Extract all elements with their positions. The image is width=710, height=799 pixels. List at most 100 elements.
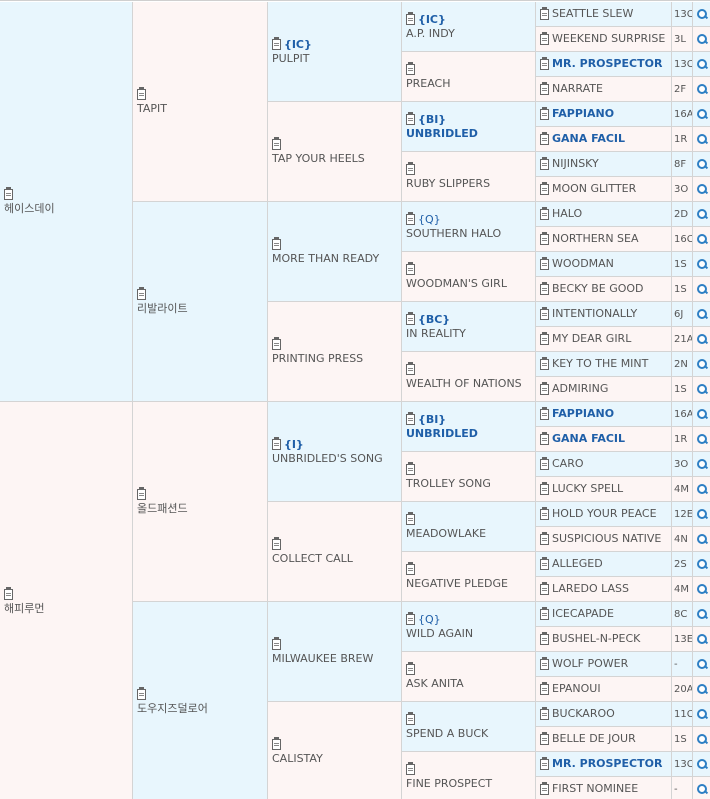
horse-name[interactable]: EPANOUI xyxy=(552,682,601,696)
clipboard-icon[interactable] xyxy=(406,212,415,225)
gen5-cell[interactable]: EPANOUI xyxy=(536,677,672,702)
gen5-cell[interactable]: ICECAPADE xyxy=(536,602,672,627)
search-icon[interactable] xyxy=(696,608,708,620)
horse-name[interactable]: WEALTH OF NATIONS xyxy=(406,377,522,391)
gen5-cell[interactable]: LAREDO LASS xyxy=(536,577,672,602)
clipboard-icon[interactable] xyxy=(406,362,415,375)
clipboard-icon[interactable] xyxy=(272,337,281,350)
search-icon[interactable] xyxy=(696,558,708,570)
horse-name[interactable]: LUCKY SPELL xyxy=(552,482,623,496)
horse-name[interactable]: FAPPIANO xyxy=(552,407,614,421)
search-icon[interactable] xyxy=(696,733,708,745)
search-cell[interactable] xyxy=(693,77,710,102)
search-cell[interactable] xyxy=(693,727,710,752)
horse-name[interactable]: SOUTHERN HALO xyxy=(406,227,501,241)
clipboard-icon[interactable] xyxy=(540,406,549,420)
search-icon[interactable] xyxy=(696,233,708,245)
gen4-cell[interactable]: NEGATIVE PLEDGE xyxy=(402,552,536,602)
horse-name[interactable]: 도우지즈덜로어 xyxy=(137,702,208,716)
clipboard-icon[interactable] xyxy=(272,737,281,750)
search-cell[interactable] xyxy=(693,102,710,127)
horse-name[interactable]: BUSHEL-N-PECK xyxy=(552,632,640,646)
horse-name[interactable]: SUSPICIOUS NATIVE xyxy=(552,532,661,546)
clipboard-icon[interactable] xyxy=(137,487,146,500)
horse-name[interactable]: SPEND A BUCK xyxy=(406,727,488,741)
gen5-cell[interactable]: NORTHERN SEA xyxy=(536,227,672,252)
search-icon[interactable] xyxy=(696,458,708,470)
gen5-cell[interactable]: BUCKAROO xyxy=(536,702,672,727)
gen4-cell[interactable]: SPEND A BUCK xyxy=(402,702,536,752)
horse-name[interactable]: NORTHERN SEA xyxy=(552,232,639,246)
clipboard-icon[interactable] xyxy=(540,631,549,645)
search-icon[interactable] xyxy=(696,208,708,220)
search-icon[interactable] xyxy=(696,8,708,20)
gen1-cell[interactable]: 해피루먼 xyxy=(0,402,133,799)
search-cell[interactable] xyxy=(693,2,710,27)
clipboard-icon[interactable] xyxy=(4,587,13,600)
search-icon[interactable] xyxy=(696,408,708,420)
clipboard-icon[interactable] xyxy=(272,37,281,50)
horse-name[interactable]: UNBRIDLED xyxy=(406,427,478,441)
gen5-cell[interactable]: GANA FACIL xyxy=(536,127,672,152)
horse-name[interactable]: IN REALITY xyxy=(406,327,466,341)
gen4-cell[interactable]: {IC} A.P. INDY xyxy=(402,2,536,52)
horse-name[interactable]: PREACH xyxy=(406,77,451,91)
clipboard-icon[interactable] xyxy=(406,262,415,275)
horse-name[interactable]: MILWAUKEE BREW xyxy=(272,652,373,666)
gen3-cell[interactable]: PRINTING PRESS xyxy=(268,302,402,402)
search-cell[interactable] xyxy=(693,777,710,799)
clipboard-icon[interactable] xyxy=(406,562,415,575)
clipboard-icon[interactable] xyxy=(540,81,549,95)
horse-name[interactable]: KEY TO THE MINT xyxy=(552,357,648,371)
search-cell[interactable] xyxy=(693,627,710,652)
gen5-cell[interactable]: BUSHEL-N-PECK xyxy=(536,627,672,652)
search-cell[interactable] xyxy=(693,202,710,227)
gen2-cell[interactable]: TAPIT xyxy=(133,2,268,202)
clipboard-icon[interactable] xyxy=(540,156,549,170)
gen5-cell[interactable]: LUCKY SPELL xyxy=(536,477,672,502)
gen4-cell[interactable]: {Q} WILD AGAIN xyxy=(402,602,536,652)
clipboard-icon[interactable] xyxy=(406,112,415,125)
gen5-cell[interactable]: NARRATE xyxy=(536,77,672,102)
search-cell[interactable] xyxy=(693,552,710,577)
search-icon[interactable] xyxy=(696,758,708,770)
clipboard-icon[interactable] xyxy=(272,537,281,550)
gen4-cell[interactable]: {BI} UNBRIDLED xyxy=(402,402,536,452)
clipboard-icon[interactable] xyxy=(406,612,415,625)
clipboard-icon[interactable] xyxy=(540,206,549,220)
horse-name[interactable]: GANA FACIL xyxy=(552,132,625,146)
gen4-cell[interactable]: {BC} IN REALITY xyxy=(402,302,536,352)
clipboard-icon[interactable] xyxy=(540,456,549,470)
horse-name[interactable]: COLLECT CALL xyxy=(272,552,353,566)
horse-name[interactable]: NEGATIVE PLEDGE xyxy=(406,577,508,591)
gen4-cell[interactable]: RUBY SLIPPERS xyxy=(402,152,536,202)
search-cell[interactable] xyxy=(693,577,710,602)
gen4-cell[interactable]: PREACH xyxy=(402,52,536,102)
horse-name[interactable]: HOLD YOUR PEACE xyxy=(552,507,657,521)
horse-name[interactable]: TROLLEY SONG xyxy=(406,477,491,491)
horse-name[interactable]: ICECAPADE xyxy=(552,607,614,621)
clipboard-icon[interactable] xyxy=(540,256,549,270)
horse-name[interactable]: MOON GLITTER xyxy=(552,182,636,196)
horse-name[interactable]: MEADOWLAKE xyxy=(406,527,486,541)
gen2-cell[interactable]: 도우지즈덜로어 xyxy=(133,602,268,799)
horse-name[interactable]: MORE THAN READY xyxy=(272,252,379,266)
clipboard-icon[interactable] xyxy=(540,431,549,445)
clipboard-icon[interactable] xyxy=(540,706,549,720)
gen4-cell[interactable]: WEALTH OF NATIONS xyxy=(402,352,536,402)
search-cell[interactable] xyxy=(693,377,710,402)
clipboard-icon[interactable] xyxy=(406,312,415,325)
search-cell[interactable] xyxy=(693,427,710,452)
search-icon[interactable] xyxy=(696,583,708,595)
clipboard-icon[interactable] xyxy=(137,287,146,300)
clipboard-icon[interactable] xyxy=(540,481,549,495)
clipboard-icon[interactable] xyxy=(540,181,549,195)
search-cell[interactable] xyxy=(693,252,710,277)
gen2-cell[interactable]: 올드패션드 xyxy=(133,402,268,602)
horse-name[interactable]: HALO xyxy=(552,207,582,221)
gen2-cell[interactable]: 리발라이트 xyxy=(133,202,268,402)
gen5-cell[interactable]: HALO xyxy=(536,202,672,227)
search-icon[interactable] xyxy=(696,83,708,95)
search-icon[interactable] xyxy=(696,508,708,520)
search-cell[interactable] xyxy=(693,227,710,252)
